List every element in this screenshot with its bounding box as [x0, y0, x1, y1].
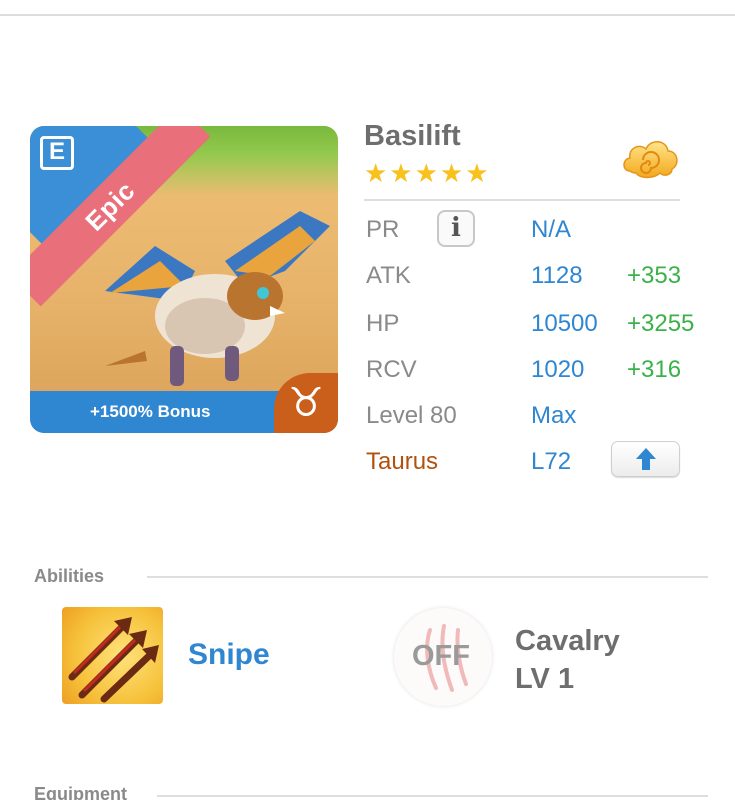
zodiac-label: Taurus [366, 448, 439, 475]
rcv-bonus: +316 [627, 356, 682, 383]
hp-value: 10500 [531, 310, 598, 337]
monster-card[interactable]: Epic E +1500% Bonus ♉ [30, 126, 338, 433]
monster-artwork [105, 211, 330, 386]
skill-button[interactable] [62, 607, 163, 704]
abilities-title: Abilities [34, 566, 105, 586]
monster-name: Basilift [364, 120, 461, 152]
level-value: Max [531, 402, 577, 429]
zodiac-level: L72 [531, 448, 572, 475]
arrow-up-icon [635, 448, 656, 470]
hp-bonus: +3255 [627, 310, 695, 337]
upgrade-button[interactable] [611, 441, 680, 477]
info-icon[interactable]: i [437, 210, 475, 247]
leader-skill-level: LV 1 [515, 663, 575, 695]
equipment-divider [157, 795, 708, 797]
atk-label: ATK [366, 262, 411, 289]
abilities-divider [147, 576, 708, 578]
equipment-title: Equipment [34, 784, 127, 800]
rcv-label: RCV [366, 356, 417, 383]
leader-skill-name: Cavalry LV 1 [515, 622, 620, 698]
top-divider [0, 14, 735, 16]
atk-value: 1128 [531, 262, 583, 289]
skill-name[interactable]: Snipe [188, 638, 270, 672]
pr-value: N/A [531, 216, 572, 243]
level-label: Level 80 [366, 402, 457, 429]
leader-status: OFF [412, 640, 470, 672]
star-rating: ★★★★★ [364, 158, 491, 188]
pr-label: PR [366, 216, 400, 243]
atk-bonus: +353 [627, 262, 682, 289]
cloud-spiral-icon[interactable] [620, 133, 682, 181]
triple-arrow-icon [68, 617, 159, 703]
hp-label: HP [366, 310, 400, 337]
leader-skill-title: Cavalry [515, 625, 620, 657]
info-divider [364, 199, 680, 201]
rcv-value: 1020 [531, 356, 585, 383]
element-e-icon: E [40, 136, 74, 170]
